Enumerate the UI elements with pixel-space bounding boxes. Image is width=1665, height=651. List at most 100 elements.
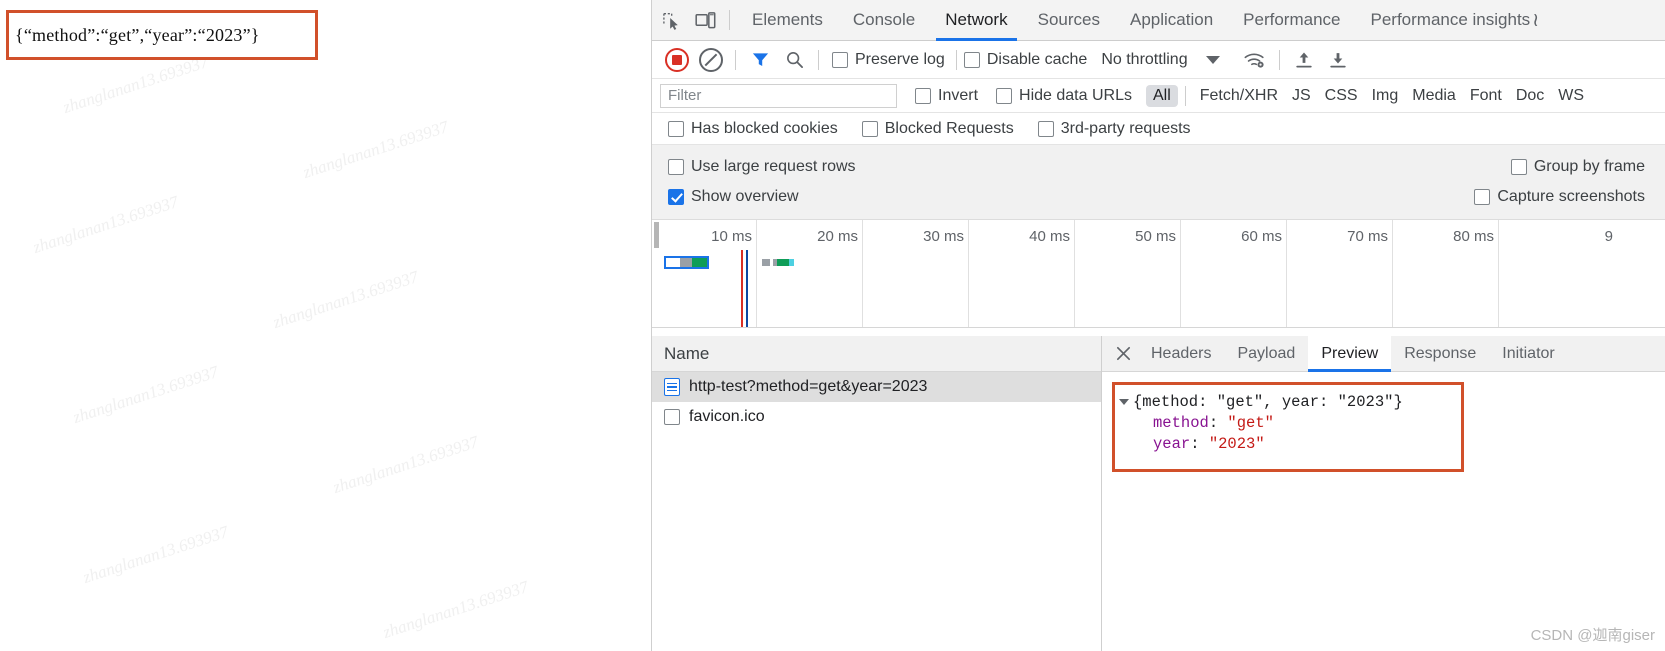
toolbar-divider — [729, 10, 730, 30]
toolbar-divider — [955, 49, 957, 70]
detail-tab-initiator[interactable]: Initiator — [1489, 336, 1567, 372]
devtools-tabbar: Elements Console Network Sources Applica… — [652, 0, 1665, 41]
clear-network-log-icon[interactable] — [694, 43, 728, 77]
third-party-requests-checkbox[interactable]: 3rd-party requests — [1037, 120, 1191, 138]
checkbox-label: Preserve log — [855, 50, 945, 68]
blocked-requests-checkbox[interactable]: Blocked Requests — [861, 120, 1014, 138]
detail-tab-response[interactable]: Response — [1391, 336, 1489, 372]
toolbar-divider — [1278, 49, 1280, 70]
tab-label: Headers — [1151, 344, 1212, 362]
search-icon[interactable] — [777, 43, 811, 77]
device-toolbar-icon[interactable] — [688, 3, 722, 37]
tab-console[interactable]: Console — [838, 0, 930, 41]
checkbox-box — [668, 120, 684, 137]
overview-request-bar-secondary — [762, 259, 794, 266]
detail-tab-payload[interactable]: Payload — [1224, 336, 1308, 372]
filter-type-img[interactable]: Img — [1365, 85, 1406, 107]
network-settings-pane: Use large request rows Group by frame Sh… — [652, 145, 1665, 220]
disable-cache-checkbox[interactable]: Disable cache — [963, 50, 1088, 69]
tick-label: 60 ms — [1241, 228, 1282, 245]
checkbox-label: Group by frame — [1533, 158, 1645, 175]
request-list-header[interactable]: Name — [652, 336, 1101, 372]
overview-tick: 80 ms — [1393, 220, 1499, 327]
export-har-icon[interactable] — [1321, 43, 1355, 77]
overview-tick: 40 ms — [969, 220, 1075, 327]
network-overview-timeline[interactable]: 10 ms 20 ms 30 ms 40 ms 50 ms 60 ms 70 m… — [652, 220, 1665, 328]
close-icon[interactable] — [1108, 339, 1138, 369]
watermark: zhanglanan13.693937 — [60, 52, 211, 117]
tab-elements[interactable]: Elements — [737, 0, 838, 41]
tick-label: 50 ms — [1135, 228, 1176, 245]
overview-request-bar-primary — [664, 256, 709, 269]
column-header-name: Name — [664, 343, 710, 363]
filter-input[interactable] — [660, 83, 897, 108]
request-detail-panel: Headers Payload Preview Response Initiat… — [1102, 335, 1665, 651]
overview-tick: 70 ms — [1287, 220, 1393, 327]
wifi-settings-icon[interactable] — [1238, 43, 1272, 77]
checkbox-box — [668, 159, 684, 175]
request-name: favicon.ico — [689, 408, 765, 425]
invert-checkbox[interactable]: Invert — [915, 87, 978, 105]
throttling-select[interactable]: No throttling — [1101, 51, 1187, 69]
tab-label: Performance — [1243, 10, 1341, 29]
filter-type-doc[interactable]: Doc — [1509, 85, 1551, 107]
network-filter-bar: Invert Hide data URLs All Fetch/XHR JS C… — [652, 79, 1665, 113]
tab-performance[interactable]: Performance — [1228, 0, 1355, 41]
load-event-line — [741, 250, 743, 327]
preserve-log-checkbox[interactable]: Preserve log — [832, 51, 945, 69]
csdn-credit: CSDN @迦南giser — [1530, 627, 1655, 644]
filter-type-js[interactable]: JS — [1285, 85, 1318, 107]
checkbox-box — [1474, 189, 1491, 205]
has-blocked-cookies-checkbox[interactable]: Has blocked cookies — [668, 120, 838, 138]
request-row-favicon[interactable]: favicon.ico — [652, 402, 1101, 432]
record-stop-icon[interactable] — [660, 43, 694, 77]
filter-type-font[interactable]: Font — [1463, 85, 1509, 107]
tab-label: Console — [852, 10, 916, 29]
hide-data-urls-checkbox[interactable]: Hide data URLs — [996, 87, 1132, 105]
checkbox-box — [1037, 120, 1054, 137]
show-overview-checkbox[interactable]: Show overview — [668, 188, 799, 206]
filter-type-all[interactable]: All — [1145, 84, 1178, 107]
use-large-request-rows-checkbox[interactable]: Use large request rows — [668, 158, 856, 176]
tab-performance-insights[interactable]: Performance insights ≀ — [1355, 0, 1554, 41]
checkbox-box — [668, 189, 684, 205]
tab-label: Response — [1404, 344, 1477, 362]
detail-tab-headers[interactable]: Headers — [1138, 336, 1224, 372]
filter-type-ws[interactable]: WS — [1551, 85, 1591, 107]
overview-ticks: 10 ms 20 ms 30 ms 40 ms 50 ms 60 ms 70 m… — [652, 220, 1665, 327]
inspect-element-icon[interactable] — [654, 3, 688, 37]
tab-label: Performance insights — [1370, 10, 1531, 29]
response-annotation-box: {“method”:“get”,“year”:“2023”} — [6, 10, 318, 60]
network-bottom-split: Name http-test?method=get&year=2023 favi… — [652, 335, 1665, 651]
json-colon: : — [1190, 435, 1209, 453]
tick-label: 80 ms — [1453, 228, 1494, 245]
tab-network[interactable]: Network — [930, 0, 1022, 41]
detail-tab-preview[interactable]: Preview — [1308, 335, 1392, 372]
tab-application[interactable]: Application — [1115, 0, 1228, 41]
tick-label: 10 ms — [711, 228, 752, 245]
tab-sources[interactable]: Sources — [1023, 0, 1115, 41]
group-by-frame-checkbox[interactable]: Group by frame — [1510, 158, 1645, 176]
filter-funnel-icon[interactable] — [743, 43, 777, 77]
dom-content-loaded-line — [746, 250, 748, 327]
checkbox-label: Show overview — [691, 188, 799, 205]
import-har-icon[interactable] — [1287, 43, 1321, 77]
overview-tick: 50 ms — [1075, 220, 1181, 327]
tick-label: 30 ms — [923, 228, 964, 245]
checkbox-label: Disable cache — [986, 50, 1088, 68]
json-value: "2023" — [1208, 435, 1265, 453]
settings-row: Show overview Capture screenshots — [660, 182, 1657, 212]
request-row-http-test[interactable]: http-test?method=get&year=2023 — [652, 372, 1101, 402]
filter-type-fetch-xhr[interactable]: Fetch/XHR — [1193, 85, 1285, 107]
overview-left-handle[interactable] — [654, 222, 659, 248]
json-tree-root[interactable]: {method: "get", year: "2023"} — [1119, 392, 1461, 413]
filter-type-media[interactable]: Media — [1405, 85, 1463, 107]
chevron-down-icon[interactable] — [1205, 55, 1220, 64]
filter-type-css[interactable]: CSS — [1318, 85, 1365, 107]
chevron-down-icon[interactable] — [1119, 398, 1129, 405]
json-tree-entry-method: method: "get" — [1121, 413, 1461, 434]
browser-page-pane: zhanglanan13.693937 zhanglanan13.693937 … — [0, 0, 652, 651]
checkbox-label: Invert — [938, 86, 979, 104]
capture-screenshots-checkbox[interactable]: Capture screenshots — [1474, 188, 1645, 206]
network-blocked-bar: Has blocked cookies Blocked Requests 3rd… — [652, 113, 1665, 145]
